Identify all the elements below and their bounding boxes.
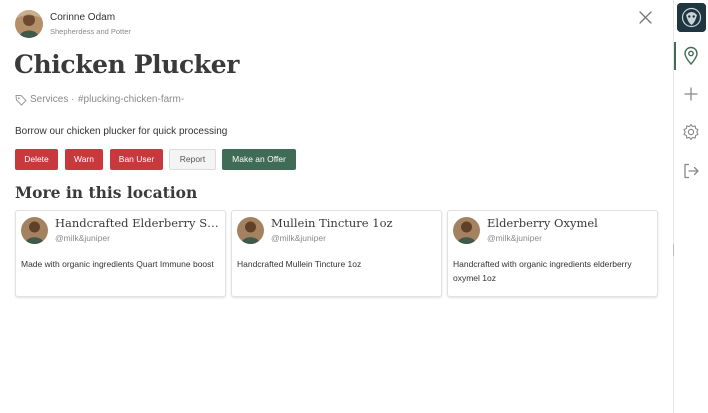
- listing-card[interactable]: Handcrafted Elderberry Syr... @milk&juni…: [15, 210, 226, 297]
- settings-gear-icon[interactable]: [680, 121, 702, 143]
- rail-divider: [673, 244, 674, 256]
- listing-card[interactable]: Mullein Tincture 1oz @milk&juniper Handc…: [231, 210, 442, 297]
- app-logo[interactable]: [677, 3, 706, 32]
- plus-icon[interactable]: [680, 83, 702, 105]
- make-offer-button[interactable]: Make an Offer: [222, 149, 296, 170]
- tag-separator: ·: [71, 94, 75, 105]
- active-indicator: [674, 42, 676, 70]
- delete-button[interactable]: Delete: [15, 149, 58, 170]
- listing-title: Chicken Plucker: [14, 50, 239, 79]
- report-button[interactable]: Report: [169, 149, 216, 170]
- author-subtitle: Shepherdess and Potter: [50, 27, 131, 36]
- card-avatar: [237, 217, 264, 244]
- right-sidebar: [673, 0, 708, 413]
- map-pin-icon[interactable]: [680, 45, 702, 67]
- logout-icon[interactable]: [680, 160, 702, 182]
- card-avatar: [21, 217, 48, 244]
- card-handle: @milk&juniper: [487, 233, 542, 243]
- card-title[interactable]: Handcrafted Elderberry Syr...: [55, 216, 220, 230]
- card-title[interactable]: Elderberry Oxymel: [487, 216, 652, 230]
- card-title[interactable]: Mullein Tincture 1oz: [271, 216, 436, 230]
- tag-icon: [15, 94, 27, 106]
- warn-button[interactable]: Warn: [65, 149, 103, 170]
- listing-description: Borrow our chicken plucker for quick pro…: [15, 126, 228, 137]
- ban-user-button[interactable]: Ban User: [110, 149, 163, 170]
- section-title: More in this location: [15, 183, 198, 202]
- card-avatar: [453, 217, 480, 244]
- card-body: Made with organic ingredients Quart Immu…: [21, 259, 214, 269]
- card-body: Handcrafted with organic ingredients eld…: [453, 259, 632, 283]
- category-tag[interactable]: Services: [30, 94, 68, 105]
- card-body: Handcrafted Mullein Tincture 1oz: [237, 259, 362, 269]
- close-icon[interactable]: [637, 9, 654, 26]
- hashtag-tag[interactable]: #plucking-chicken-farm-: [78, 94, 184, 105]
- author-avatar[interactable]: [15, 10, 43, 38]
- author-name[interactable]: Corinne Odam: [50, 12, 115, 23]
- listing-card[interactable]: Elderberry Oxymel @milk&juniper Handcraf…: [447, 210, 658, 297]
- card-handle: @milk&juniper: [55, 233, 110, 243]
- card-handle: @milk&juniper: [271, 233, 326, 243]
